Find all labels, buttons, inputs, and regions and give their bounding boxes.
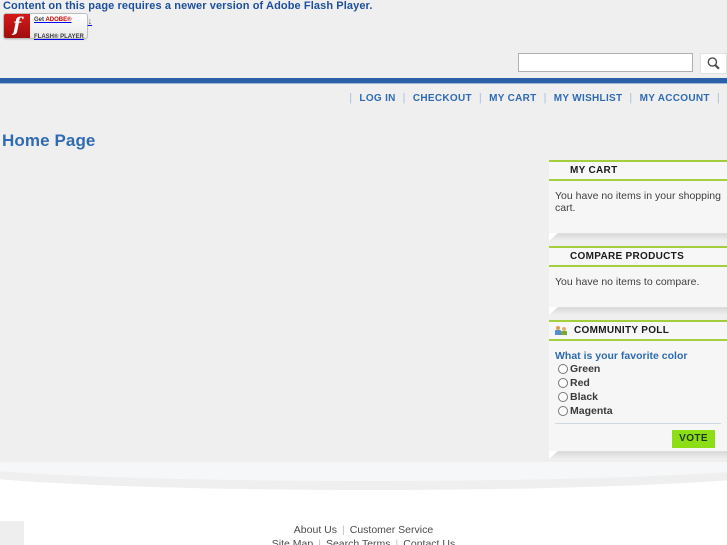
footer-link-customer-service[interactable]: Customer Service xyxy=(345,524,438,536)
footer-links: About Us | Customer Service Site Map | Searc… xyxy=(0,523,727,545)
flash-badge-text: Get ADOBE® FLASH® PLAYER xyxy=(30,9,84,43)
nav-separator: | xyxy=(543,92,547,104)
block-poll-title: COMMUNITY POLL xyxy=(574,325,670,336)
nav-separator: | xyxy=(349,92,353,104)
search-button[interactable] xyxy=(700,53,727,74)
nav-link-my-wishlist[interactable]: MY WISHLIST xyxy=(554,93,623,104)
block-compare-products: COMPARE PRODUCTS You have no items to co… xyxy=(549,246,727,315)
block-compare-content: You have no items to compare. xyxy=(549,267,727,308)
poll-radio-red[interactable] xyxy=(558,377,568,388)
poll-question: What is your favorite color xyxy=(555,350,688,362)
cart-empty-message: You have no items in your shopping cart. xyxy=(555,190,721,214)
poll-option[interactable]: Black xyxy=(555,390,721,403)
poll-radio-black[interactable] xyxy=(558,391,568,402)
block-my-cart: MY CART You have no items in your shoppi… xyxy=(549,160,727,241)
block-my-cart-header: MY CART xyxy=(549,162,727,181)
flash-logo-icon xyxy=(4,13,30,38)
flash-badge-line2: FLASH® PLAYER xyxy=(34,34,84,40)
nav-link-my-cart[interactable]: MY CART xyxy=(489,93,536,104)
nav-separator: | xyxy=(716,92,720,104)
nav-link-my-account[interactable]: MY ACCOUNT xyxy=(640,93,710,104)
block-community-poll: COMMUNITY POLL What is your favorite col… xyxy=(549,320,727,459)
footer-link-about-us[interactable]: About Us xyxy=(289,524,342,536)
page-title: Home Page xyxy=(2,131,96,151)
poll-radio-magenta[interactable] xyxy=(558,405,568,416)
block-fold-shadow xyxy=(549,451,727,459)
block-compare-header: COMPARE PRODUCTS xyxy=(549,248,727,267)
download-arrow-icon: ↓ xyxy=(87,16,93,26)
footer-links-row2: Site Map | Search Terms | Contact Us xyxy=(0,537,727,545)
poll-radio-green[interactable] xyxy=(558,363,568,374)
poll-option-label[interactable]: Black xyxy=(570,391,598,403)
nav-separator: | xyxy=(629,92,633,104)
poll-option[interactable]: Red xyxy=(555,376,721,389)
sidebar-right: MY CART You have no items in your shoppi… xyxy=(549,160,727,464)
poll-option[interactable]: Magenta xyxy=(555,404,721,417)
nav-separator: | xyxy=(478,92,483,104)
compare-empty-message: You have no items to compare. xyxy=(555,276,700,288)
poll-options-list: Green Red Black Magenta xyxy=(555,362,721,417)
block-poll-header: COMMUNITY POLL xyxy=(549,322,727,341)
poll-option[interactable]: Green xyxy=(555,362,721,375)
community-icon xyxy=(555,324,569,337)
search-form xyxy=(518,53,727,74)
page-root: Content on this page requires a newer ve… xyxy=(0,0,727,545)
footer-links-row1: About Us | Customer Service xyxy=(0,523,727,537)
block-compare-title: COMPARE PRODUCTS xyxy=(570,251,685,262)
block-my-cart-title: MY CART xyxy=(570,165,618,176)
footer-link-contact-us[interactable]: Contact Us xyxy=(398,538,460,545)
poll-option-label[interactable]: Magenta xyxy=(570,405,613,417)
block-my-cart-content: You have no items in your shopping cart. xyxy=(549,181,727,234)
block-fold-shadow xyxy=(549,307,727,315)
nav-link-log-in[interactable]: LOG IN xyxy=(359,93,395,104)
poll-actions: VOTE xyxy=(555,423,721,452)
nav-separator: | xyxy=(402,92,406,104)
footer-link-search-terms[interactable]: Search Terms xyxy=(321,538,396,545)
top-navigation: | LOG IN | CHECKOUT | MY CART | MY WISHL… xyxy=(342,92,727,104)
footer-link-site-map[interactable]: Site Map xyxy=(267,538,318,545)
vote-button[interactable]: VOTE xyxy=(672,430,715,448)
poll-option-label[interactable]: Green xyxy=(570,363,600,375)
get-flash-player-badge[interactable]: Get ADOBE® FLASH® PLAYER ↓ xyxy=(3,13,92,40)
search-input[interactable] xyxy=(518,53,693,72)
poll-option-label[interactable]: Red xyxy=(570,377,590,389)
nav-link-checkout[interactable]: CHECKOUT xyxy=(413,93,472,104)
block-poll-content: What is your favorite color Green Red Bl… xyxy=(549,341,727,452)
header-accent-bar xyxy=(0,78,727,84)
block-fold-shadow xyxy=(549,233,727,241)
flash-badge-line1: Get ADOBE® xyxy=(34,17,72,24)
search-icon xyxy=(707,57,720,70)
